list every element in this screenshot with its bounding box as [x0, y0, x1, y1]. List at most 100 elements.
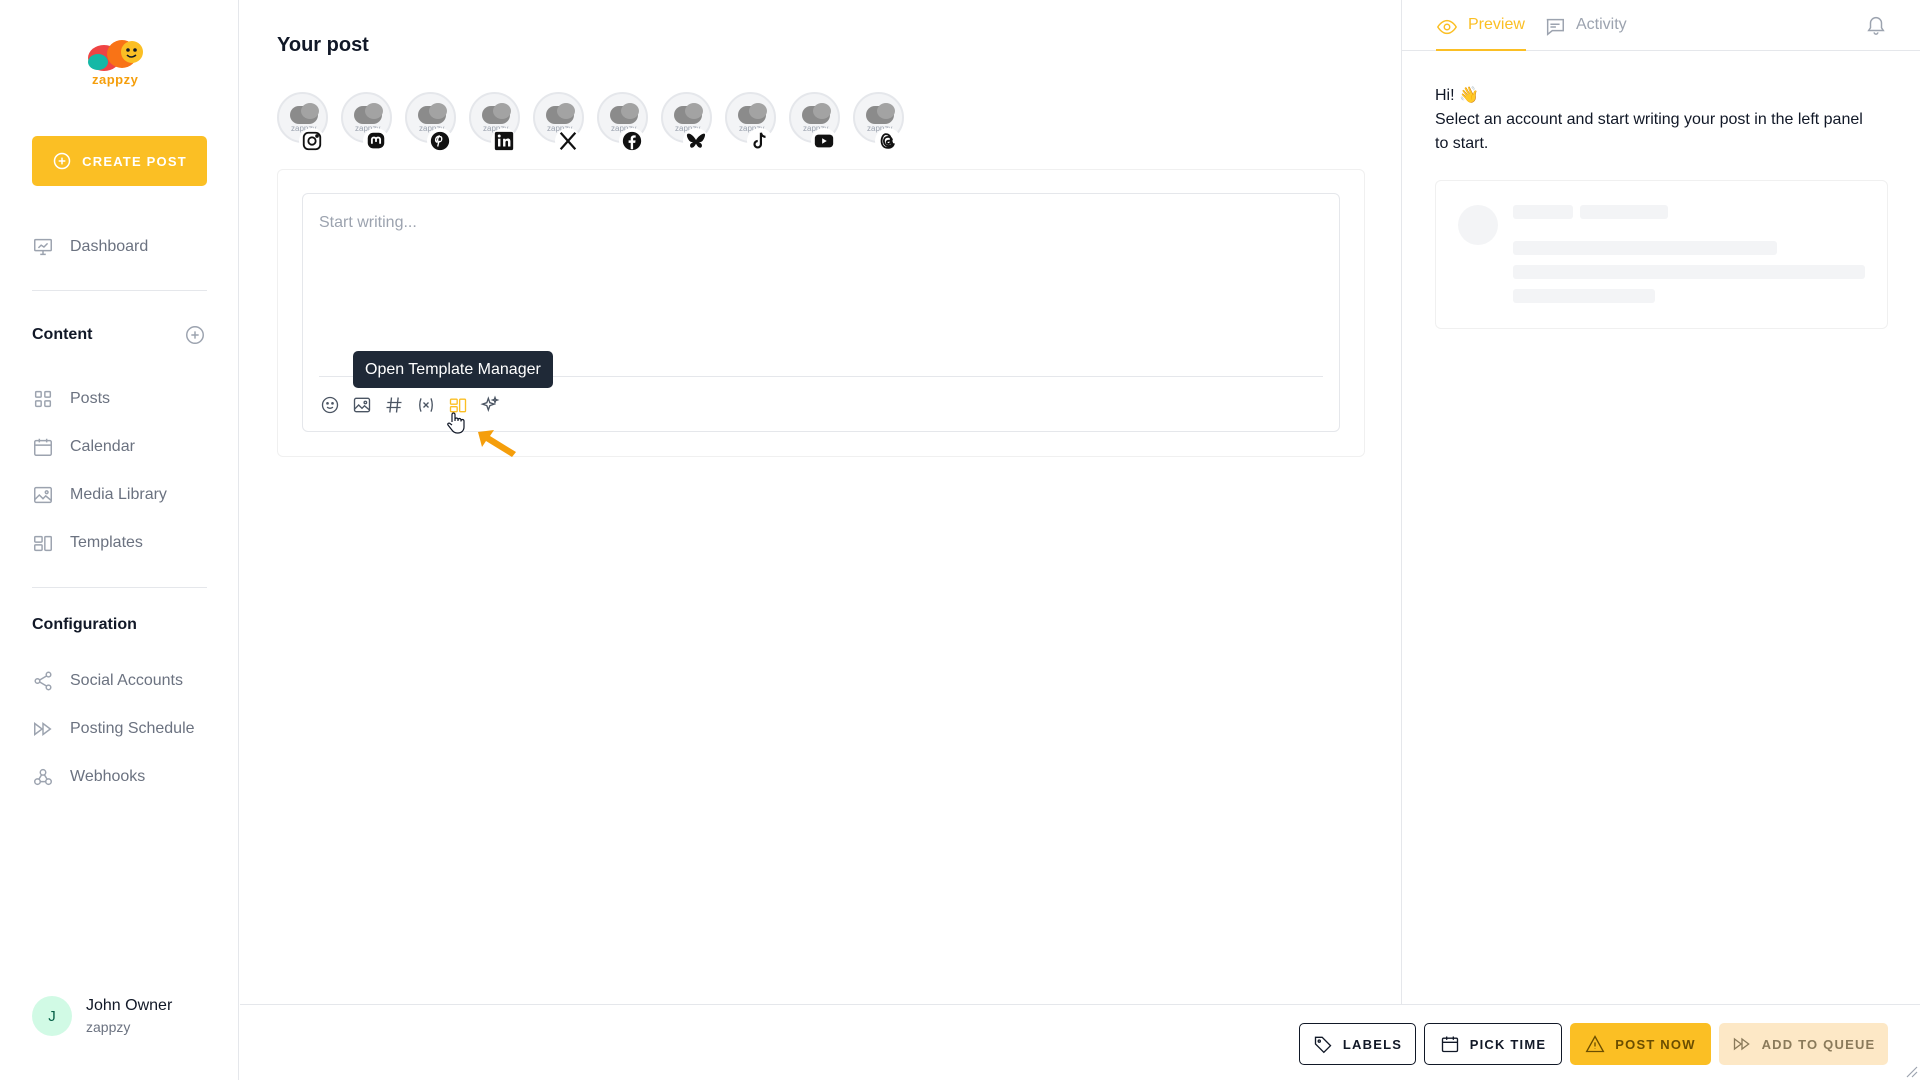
button-label: ADD TO QUEUE: [1761, 1036, 1876, 1052]
account-tiktok[interactable]: zappzy: [725, 92, 776, 154]
account-facebook[interactable]: zappzy: [597, 92, 648, 154]
logo-text: zappzy: [92, 72, 139, 87]
sparkles-icon: [480, 395, 500, 413]
logo-mark-icon: [88, 40, 143, 71]
notifications-button[interactable]: [1865, 14, 1887, 36]
tiktok-icon: [747, 128, 773, 154]
skeleton-line: [1513, 289, 1655, 303]
skeleton-line: [1580, 205, 1668, 219]
sidebar-item-label: Media Library: [70, 486, 167, 503]
resize-handle-icon[interactable]: [1904, 1064, 1918, 1078]
sidebar-item-label: Calendar: [70, 438, 135, 455]
tab-label: Preview: [1468, 16, 1525, 33]
ai-assist-button[interactable]: [479, 394, 501, 416]
account-bluesky[interactable]: zappzy: [661, 92, 712, 154]
sidebar-item-calendar[interactable]: Calendar: [32, 432, 135, 462]
variables-button[interactable]: [415, 394, 437, 416]
sidebar-item-posting-schedule[interactable]: Posting Schedule: [32, 714, 195, 744]
preview-skeleton: [1435, 180, 1888, 329]
account-selector: zappzy zappzy zappzy zappzy zappzy zappz…: [277, 92, 904, 154]
create-post-button[interactable]: CREATE POST: [32, 136, 207, 186]
sidebar-item-posts[interactable]: Posts: [32, 384, 110, 414]
instagram-icon: [299, 128, 325, 154]
configuration-section-title: Configuration: [32, 616, 137, 633]
button-label: LABELS: [1342, 1036, 1403, 1052]
warning-icon: [1585, 1035, 1605, 1053]
bell-icon: [1867, 17, 1885, 35]
button-label: PICK TIME: [1469, 1036, 1547, 1052]
linkedin-icon: [491, 128, 517, 154]
account-instagram[interactable]: zappzy: [277, 92, 328, 154]
add-content-button[interactable]: [184, 324, 206, 346]
fast-forward-icon: [34, 722, 52, 736]
sidebar-item-webhooks[interactable]: Webhooks: [32, 762, 145, 792]
preview-greeting: Hi! 👋 Select an account and start writin…: [1435, 84, 1875, 156]
plus-circle-icon: [53, 152, 71, 170]
create-post-label: CREATE POST: [82, 153, 187, 169]
sidebar-item-dashboard[interactable]: Dashboard: [32, 232, 148, 262]
account-mastodon[interactable]: zappzy: [341, 92, 392, 154]
sidebar-item-media-library[interactable]: Media Library: [32, 480, 167, 510]
youtube-icon: [811, 128, 837, 154]
calendar-icon: [1441, 1036, 1458, 1053]
sidebar-item-label: Templates: [70, 534, 143, 551]
sidebar-item-templates[interactable]: Templates: [32, 528, 143, 558]
account-x[interactable]: zappzy: [533, 92, 584, 154]
post-actions-footer: LABELS PICK TIME POST NOW ADD TO QUEUE: [240, 1004, 1920, 1080]
image-icon: [353, 397, 371, 413]
skeleton-line: [1513, 241, 1777, 255]
sidebar-item-label: Posting Schedule: [70, 720, 195, 737]
facebook-icon: [619, 128, 645, 154]
editor-placeholder: Start writing...: [319, 214, 417, 231]
sidebar: zappzy CREATE POST Dashboard Content Pos…: [0, 0, 239, 1080]
account-pinterest[interactable]: zappzy: [405, 92, 456, 154]
pick-time-button[interactable]: PICK TIME: [1424, 1023, 1562, 1065]
editor-toolbar: [319, 394, 501, 416]
sidebar-item-label: Social Accounts: [70, 672, 183, 689]
pinterest-icon: [427, 128, 453, 154]
image-icon: [34, 486, 52, 504]
skeleton-line: [1513, 265, 1865, 279]
skeleton-avatar: [1458, 205, 1498, 245]
mastodon-icon: [363, 128, 389, 154]
sidebar-divider: [32, 290, 207, 291]
variable-icon: [419, 398, 433, 412]
sidebar-item-label: Dashboard: [70, 238, 149, 255]
tab-activity[interactable]: Activity: [1544, 16, 1627, 51]
content-section-title: Content: [32, 326, 93, 343]
tab-preview[interactable]: Preview: [1436, 16, 1526, 51]
hashtag-button[interactable]: [383, 394, 405, 416]
plus-circle-icon: [186, 326, 204, 344]
sidebar-item-social-accounts[interactable]: Social Accounts: [32, 666, 183, 696]
template-manager-tooltip: Open Template Manager: [353, 351, 553, 388]
user-profile[interactable]: J John Owner zappzy: [32, 996, 172, 1036]
skeleton-line: [1513, 205, 1573, 219]
add-to-queue-button[interactable]: ADD TO QUEUE: [1719, 1023, 1888, 1065]
avatar: J: [32, 996, 72, 1036]
button-label: POST NOW: [1615, 1036, 1696, 1052]
hand-cursor-icon: [447, 412, 465, 434]
hashtag-icon: [386, 397, 402, 413]
preview-tabs: Preview Activity: [1402, 0, 1920, 51]
account-linkedin[interactable]: zappzy: [469, 92, 520, 154]
emoji-button[interactable]: [319, 394, 341, 416]
post-editor[interactable]: Start writing...: [302, 193, 1340, 432]
labels-button[interactable]: LABELS: [1299, 1023, 1416, 1065]
user-name: John Owner: [86, 997, 173, 1014]
insert-media-button[interactable]: [351, 394, 373, 416]
account-youtube[interactable]: zappzy: [789, 92, 840, 154]
template-icon: [34, 535, 52, 552]
bluesky-icon: [683, 128, 709, 154]
post-now-button[interactable]: POST NOW: [1570, 1023, 1711, 1065]
grid-icon: [34, 390, 52, 408]
x-icon: [555, 128, 581, 154]
webhook-icon: [34, 768, 52, 786]
sidebar-divider: [32, 587, 207, 588]
eye-icon: [1436, 19, 1458, 35]
smiley-icon: [321, 396, 339, 414]
preview-panel: Preview Activity Hi! 👋 Select an account…: [1401, 0, 1920, 1004]
sidebar-item-label: Posts: [70, 390, 111, 407]
zappzy-logo[interactable]: zappzy: [82, 36, 158, 92]
account-threads[interactable]: zappzy: [853, 92, 904, 154]
presentation-chart-icon: [34, 238, 52, 256]
